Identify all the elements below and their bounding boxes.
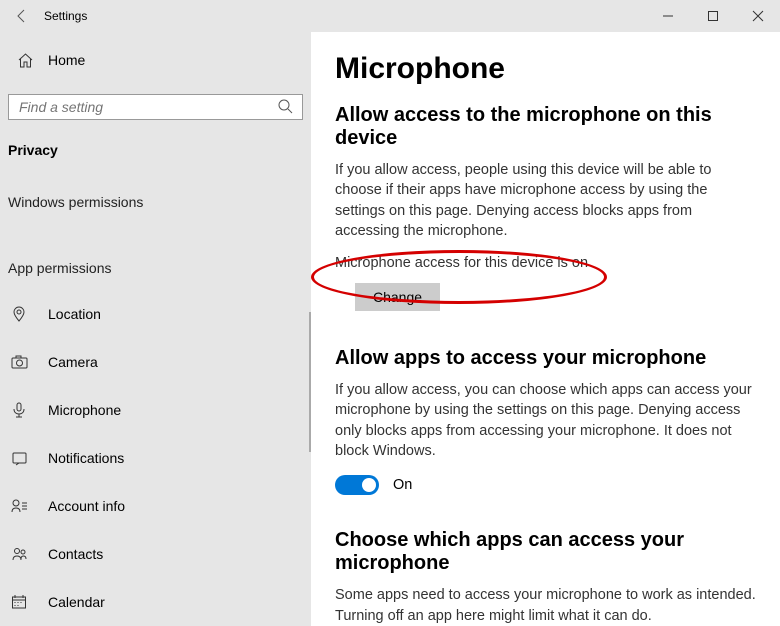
section2-desc: If you allow access, you can choose whic… xyxy=(335,380,756,461)
privacy-header: Privacy xyxy=(0,120,311,164)
account-icon xyxy=(10,497,28,515)
sidebar-item-calendar[interactable]: Calendar xyxy=(0,578,311,626)
sidebar-item-label: Contacts xyxy=(48,546,103,562)
titlebar: Settings xyxy=(0,0,780,32)
section3-desc: Some apps need to access your microphone… xyxy=(335,585,756,626)
section2-heading: Allow apps to access your microphone xyxy=(335,347,756,370)
sidebar-item-label: Microphone xyxy=(48,402,121,418)
notifications-icon xyxy=(10,449,28,467)
sidebar-item-label: Account info xyxy=(48,498,125,514)
sidebar-item-account-info[interactable]: Account info xyxy=(0,482,311,530)
home-icon xyxy=(16,51,34,69)
nav-home-label: Home xyxy=(48,52,85,68)
mic-access-status: Microphone access for this device is on xyxy=(335,255,756,271)
content-pane: Microphone Allow access to the microphon… xyxy=(311,32,780,626)
section3-heading: Choose which apps can access your microp… xyxy=(335,529,756,575)
sidebar-item-contacts[interactable]: Contacts xyxy=(0,530,311,578)
sidebar-item-label: Calendar xyxy=(48,594,105,610)
close-button[interactable] xyxy=(735,0,780,32)
sidebar-item-label: Notifications xyxy=(48,450,124,466)
window-title: Settings xyxy=(44,9,645,23)
change-button[interactable]: Change xyxy=(355,283,440,311)
toggle-label: On xyxy=(393,477,412,493)
nav-home[interactable]: Home xyxy=(8,40,303,80)
location-icon xyxy=(10,305,28,323)
calendar-icon xyxy=(10,593,28,611)
camera-icon xyxy=(10,353,28,371)
app-permissions-header: App permissions xyxy=(0,220,311,290)
maximize-button[interactable] xyxy=(690,0,735,32)
page-title: Microphone xyxy=(335,52,756,86)
sidebar-item-notifications[interactable]: Notifications xyxy=(0,434,311,482)
sidebar-item-camera[interactable]: Camera xyxy=(0,338,311,386)
section1-desc: If you allow access, people using this d… xyxy=(335,160,756,241)
contacts-icon xyxy=(10,545,28,563)
section1-heading: Allow access to the microphone on this d… xyxy=(335,104,756,150)
search-field[interactable] xyxy=(19,99,278,115)
search-input[interactable] xyxy=(8,94,303,120)
sidebar-item-location[interactable]: Location xyxy=(0,290,311,338)
minimize-button[interactable] xyxy=(645,0,690,32)
apps-access-toggle[interactable] xyxy=(335,475,379,495)
sidebar: Home Privacy Windows permissions App per… xyxy=(0,32,311,626)
microphone-icon xyxy=(10,401,28,419)
search-icon xyxy=(278,99,294,115)
sidebar-item-microphone[interactable]: Microphone xyxy=(0,386,311,434)
windows-permissions-header[interactable]: Windows permissions xyxy=(0,164,311,220)
back-button[interactable] xyxy=(8,0,36,32)
sidebar-item-label: Camera xyxy=(48,354,98,370)
sidebar-item-label: Location xyxy=(48,306,101,322)
